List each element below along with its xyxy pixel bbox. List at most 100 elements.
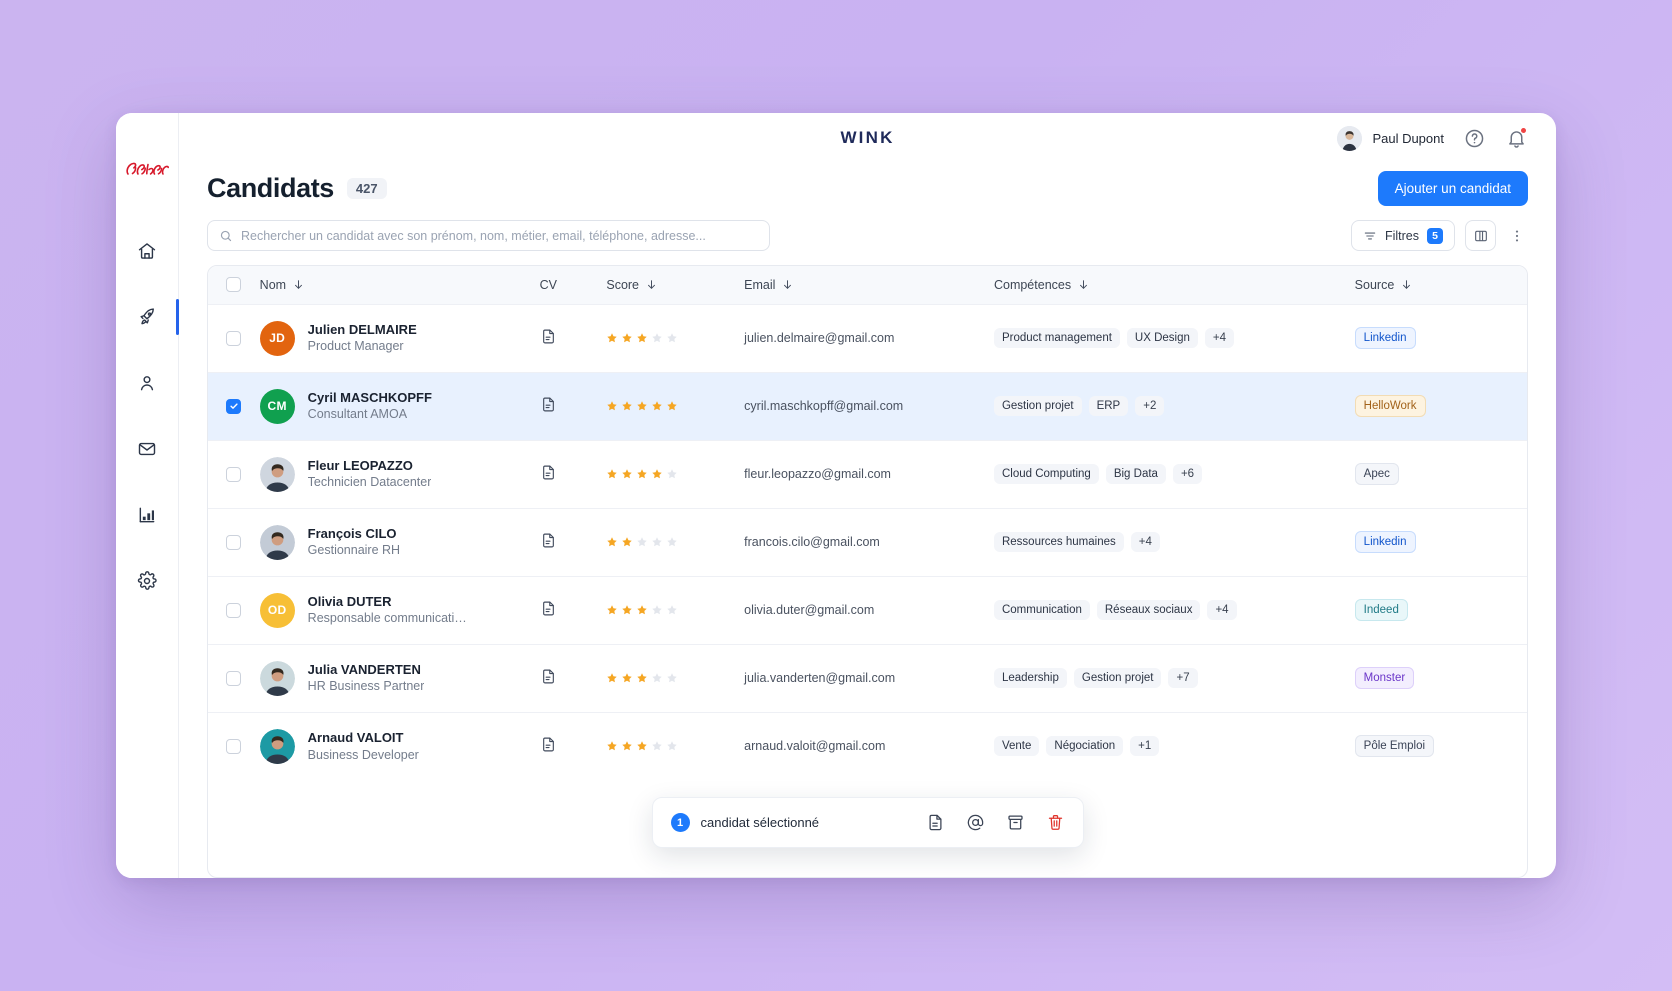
cv-cell bbox=[540, 712, 607, 780]
sort-arrow-down-icon bbox=[648, 280, 655, 290]
skills-cell: Product management UX Design +4 bbox=[993, 304, 1355, 372]
row-checkbox[interactable] bbox=[226, 670, 242, 686]
search-input[interactable] bbox=[241, 228, 758, 243]
cv-download-button[interactable] bbox=[540, 397, 557, 416]
candidate-name: Olivia DUTER bbox=[307, 593, 392, 609]
row-checkbox[interactable] bbox=[226, 602, 242, 618]
avatar-initials: OD bbox=[259, 592, 295, 628]
archive-button[interactable] bbox=[1006, 813, 1025, 832]
candidate-name: Fleur LEOPAZZO bbox=[307, 457, 413, 473]
score-stars bbox=[606, 400, 744, 412]
skill-tag: ERP bbox=[1088, 396, 1129, 416]
column-header-email[interactable]: Email bbox=[744, 266, 994, 304]
table-row[interactable]: Fleur LEOPAZZO Technicien Datacenter fleur… bbox=[208, 440, 1527, 508]
export-document-button[interactable] bbox=[926, 813, 945, 832]
row-checkbox[interactable] bbox=[226, 738, 242, 754]
table-row[interactable]: CM Cyril MASCHKOPFF Consultant AMOA cyril.m… bbox=[208, 372, 1527, 440]
cv-cell bbox=[540, 440, 607, 508]
rocket-icon bbox=[140, 308, 154, 325]
sidebar-item-settings[interactable] bbox=[116, 559, 178, 603]
skill-more-tag[interactable]: +2 bbox=[1135, 396, 1165, 416]
notifications-button[interactable] bbox=[1504, 126, 1528, 150]
table-body: JD Julien DELMAIRE Product Manager julien.d… bbox=[208, 304, 1527, 780]
source-cell: Monster bbox=[1354, 644, 1527, 712]
more-options-button[interactable] bbox=[1506, 220, 1528, 251]
sidebar-item-messages[interactable] bbox=[116, 427, 178, 471]
column-header-nom[interactable]: Nom bbox=[260, 266, 540, 304]
table-row[interactable]: François CILO Gestionnaire RH francois.cil… bbox=[208, 508, 1527, 576]
cv-download-button[interactable] bbox=[540, 601, 557, 620]
candidate-email: arnaud.valoit@gmail.com bbox=[744, 739, 886, 754]
table-row[interactable]: Arnaud VALOIT Business Developer arnaud.va… bbox=[208, 712, 1527, 780]
cv-download-button[interactable] bbox=[540, 669, 557, 688]
skill-more-tag[interactable]: +4 bbox=[1207, 600, 1237, 620]
sort-arrow-down-icon bbox=[1403, 280, 1411, 290]
row-checkbox[interactable] bbox=[226, 398, 242, 414]
star-icon bbox=[652, 537, 663, 547]
candidate-email: fleur.leopazzo@gmail.com bbox=[744, 467, 891, 481]
cv-download-button[interactable] bbox=[540, 329, 557, 348]
skills-cell: Gestion projet ERP +2 bbox=[993, 372, 1355, 440]
filters-button[interactable]: Filtres 5 bbox=[1350, 220, 1455, 251]
candidate-name-cell: CM Cyril MASCHKOPFF Consultant AMOA bbox=[259, 372, 540, 440]
star-icon bbox=[652, 673, 663, 683]
candidate-role: HR Business Partner bbox=[307, 679, 425, 694]
candidate-name-cell: Julia VANDERTEN HR Business Partner bbox=[259, 644, 540, 712]
skill-more-tag[interactable]: +6 bbox=[1172, 464, 1203, 484]
candidate-role: Product Manager bbox=[307, 339, 404, 354]
column-header-score[interactable]: Score bbox=[606, 266, 744, 304]
row-select-cell bbox=[208, 712, 260, 780]
cv-download-button[interactable] bbox=[540, 737, 557, 756]
candidate-email: francois.cilo@gmail.com bbox=[744, 535, 880, 549]
sidebar-item-analytics[interactable] bbox=[116, 493, 178, 537]
column-header-source[interactable]: Source bbox=[1355, 266, 1527, 304]
help-circle-icon bbox=[1465, 129, 1483, 147]
send-email-button[interactable] bbox=[966, 813, 985, 832]
avatar-initials: CM bbox=[259, 388, 295, 424]
candidates-table: Nom CV Score Email Compétences Source JD… bbox=[208, 266, 1527, 780]
sidebar-item-candidates[interactable] bbox=[116, 361, 178, 405]
star-icon bbox=[607, 537, 618, 547]
skills-cell: Ressources humaines +4 bbox=[993, 508, 1355, 576]
sidebar-item-campaigns[interactable] bbox=[116, 295, 179, 339]
table-row[interactable]: JD Julien DELMAIRE Product Manager julien.d… bbox=[208, 304, 1527, 372]
skill-more-tag[interactable]: +1 bbox=[1130, 736, 1160, 757]
candidate-name: Arnaud VALOIT bbox=[307, 730, 404, 746]
skills-cell: Leadership Gestion projet +7 bbox=[993, 644, 1355, 712]
cv-cell bbox=[540, 576, 607, 644]
column-header-competences[interactable]: Compétences bbox=[994, 266, 1355, 304]
cv-document-icon bbox=[542, 533, 554, 548]
candidate-name-cell: JD Julien DELMAIRE Product Manager bbox=[259, 304, 540, 372]
sidebar-nav bbox=[116, 229, 179, 603]
table-row[interactable]: Julia VANDERTEN HR Business Partner julia.… bbox=[208, 644, 1527, 712]
search-box[interactable] bbox=[207, 220, 770, 251]
row-checkbox[interactable] bbox=[226, 534, 242, 550]
cv-document-icon bbox=[542, 329, 554, 344]
skill-more-tag[interactable]: +4 bbox=[1130, 532, 1160, 552]
add-candidate-button[interactable]: Ajouter un candidat bbox=[1377, 171, 1528, 206]
user-menu[interactable]: Paul Dupont bbox=[1337, 125, 1444, 151]
help-button[interactable] bbox=[1462, 126, 1486, 150]
skill-tag: Ressources humaines bbox=[993, 532, 1124, 552]
cv-download-button[interactable] bbox=[540, 533, 557, 552]
cv-download-button[interactable] bbox=[540, 465, 557, 484]
candidate-name-cell: François CILO Gestionnaire RH bbox=[259, 508, 540, 576]
star-icon bbox=[637, 469, 648, 479]
delete-button[interactable] bbox=[1046, 813, 1065, 832]
table-row[interactable]: OD Olivia DUTER Responsable communicati… ol… bbox=[208, 576, 1527, 644]
row-checkbox[interactable] bbox=[226, 466, 242, 482]
skills-cell: Cloud Computing Big Data +6 bbox=[993, 440, 1355, 508]
skill-more-tag[interactable]: +7 bbox=[1168, 668, 1198, 688]
select-all-checkbox[interactable] bbox=[226, 277, 242, 293]
row-checkbox[interactable] bbox=[226, 330, 242, 346]
candidate-role: Consultant AMOA bbox=[307, 407, 408, 422]
kebab-menu-icon bbox=[1515, 230, 1519, 241]
skill-more-tag[interactable]: +4 bbox=[1204, 328, 1235, 348]
candidate-name: Julia VANDERTEN bbox=[307, 661, 421, 677]
sidebar-item-home[interactable] bbox=[116, 229, 178, 273]
star-icon bbox=[667, 469, 678, 479]
columns-button[interactable] bbox=[1465, 220, 1496, 251]
score-cell bbox=[606, 440, 744, 508]
score-stars bbox=[606, 468, 744, 480]
candidate-email: olivia.duter@gmail.com bbox=[744, 603, 875, 617]
